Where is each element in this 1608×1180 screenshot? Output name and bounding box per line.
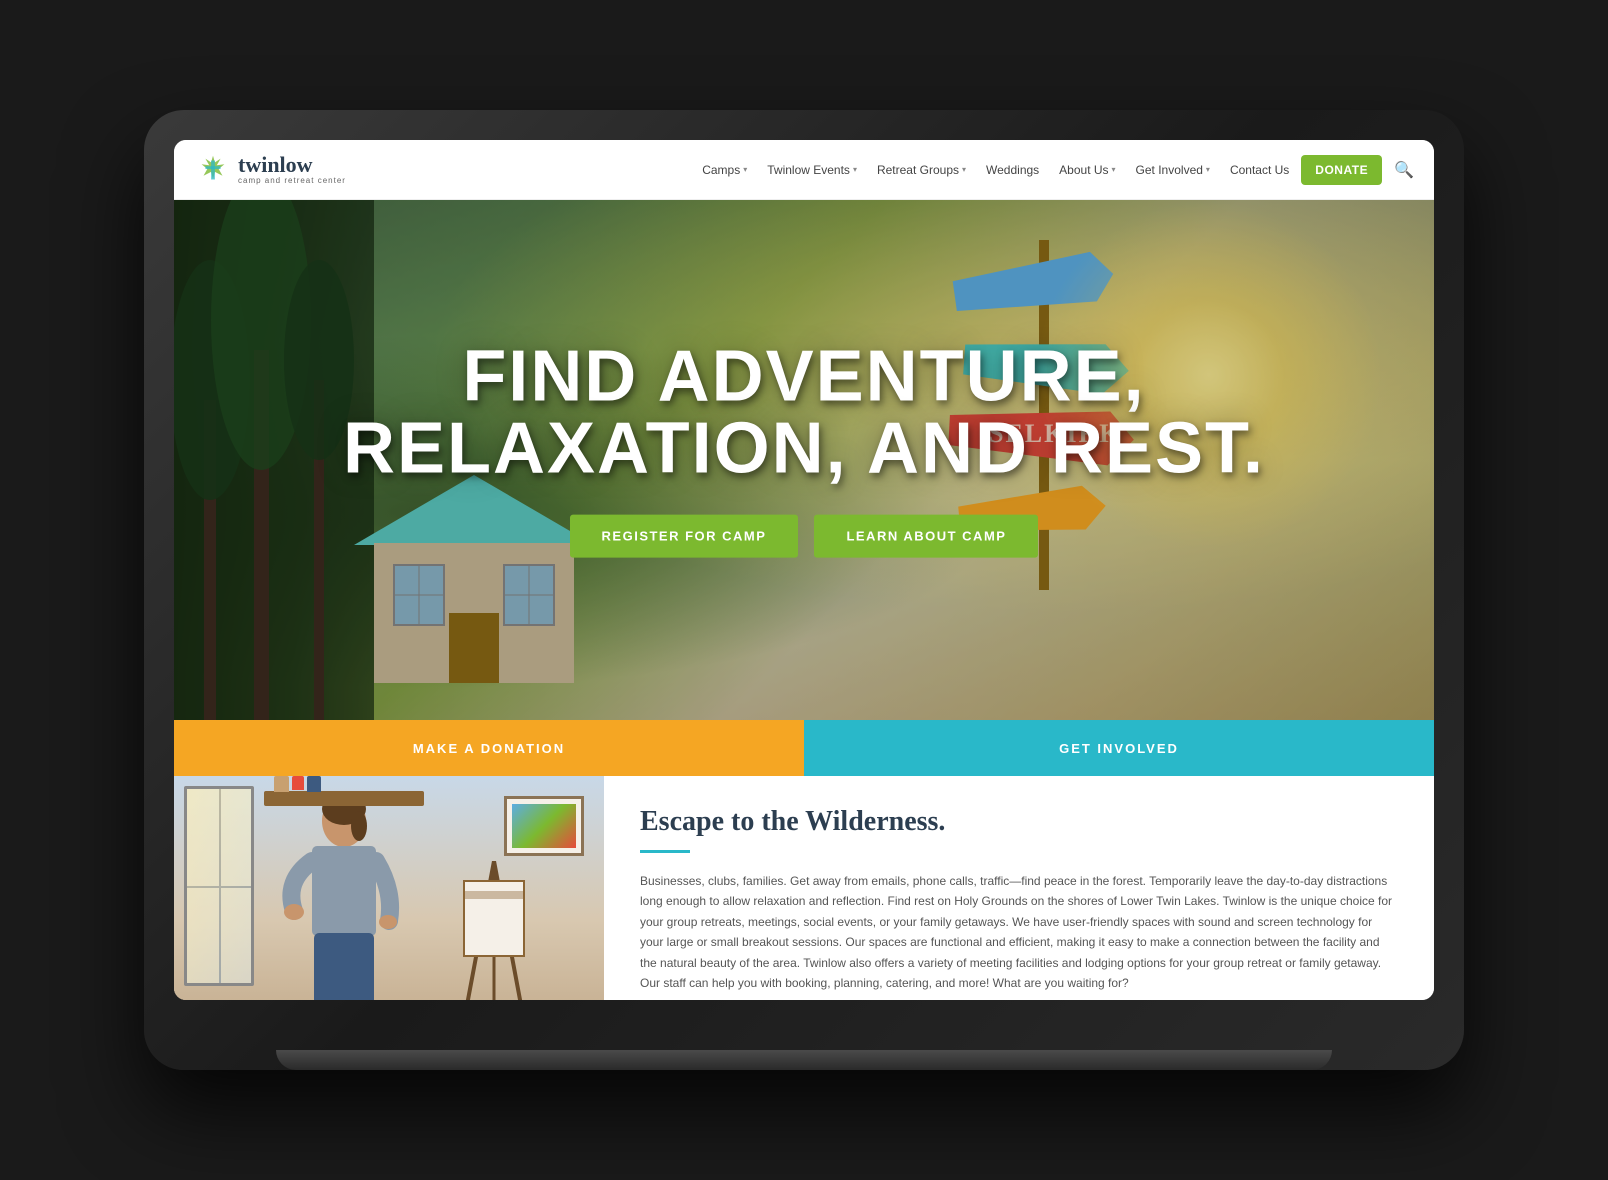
nav-links: Camps ▾ Twinlow Events ▾ Retreat Groups … [694, 155, 1414, 185]
shelf [264, 791, 424, 806]
chevron-down-icon: ▾ [743, 165, 747, 174]
easel [444, 861, 544, 1000]
nav-item-about[interactable]: About Us ▾ [1051, 159, 1123, 181]
content-image [174, 776, 604, 1000]
content-title: Escape to the Wilderness. [640, 806, 1398, 838]
content-text-area: Escape to the Wilderness. Businesses, cl… [604, 776, 1434, 1000]
action-strip: MAKE A DONATION GET INVOLVED [174, 720, 1434, 776]
laptop-frame: twinlow camp and retreat center Camps ▾ … [144, 110, 1464, 1070]
navbar: twinlow camp and retreat center Camps ▾ … [174, 140, 1434, 200]
nav-item-retreat-groups[interactable]: Retreat Groups ▾ [869, 159, 974, 181]
person-svg [274, 791, 414, 1000]
content-section: Escape to the Wilderness. Businesses, cl… [174, 776, 1434, 1000]
book1 [274, 776, 289, 792]
laptop-base [276, 1050, 1332, 1070]
logo-text: twinlow camp and retreat center [238, 154, 346, 185]
window [184, 786, 254, 986]
chevron-down-icon: ▾ [1112, 165, 1116, 174]
nav-item-contact[interactable]: Contact Us [1222, 159, 1297, 181]
nav-item-camps[interactable]: Camps ▾ [694, 159, 755, 181]
donation-action[interactable]: MAKE A DONATION [174, 720, 804, 776]
hero-content: FIND ADVENTURE, RELAXATION, AND REST. RE… [237, 341, 1371, 558]
easel-svg [444, 861, 544, 1000]
nav-item-get-involved[interactable]: Get Involved ▾ [1128, 159, 1218, 181]
logo[interactable]: twinlow camp and retreat center [194, 151, 346, 189]
content-body: Businesses, clubs, families. Get away fr… [640, 871, 1398, 993]
hero-section: SELKIRK FIND ADVENTURE, RELAXATION, AND … [174, 200, 1434, 720]
nav-item-events[interactable]: Twinlow Events ▾ [759, 159, 865, 181]
search-icon[interactable]: 🔍 [1394, 160, 1414, 180]
book2 [292, 776, 304, 790]
involved-action[interactable]: GET INVOLVED [804, 720, 1434, 776]
chevron-down-icon: ▾ [962, 165, 966, 174]
wall-art [504, 796, 584, 856]
donate-button[interactable]: DONATE [1301, 155, 1382, 185]
nav-item-weddings[interactable]: Weddings [978, 159, 1047, 181]
book3 [307, 776, 321, 792]
content-divider [640, 850, 690, 853]
learn-button[interactable]: LEARN ABOUT CAMP [814, 515, 1038, 558]
logo-tagline: camp and retreat center [238, 176, 346, 185]
person-figure [274, 791, 414, 1000]
painter-scene [174, 776, 604, 1000]
logo-name: twinlow [238, 154, 346, 176]
laptop-screen: twinlow camp and retreat center Camps ▾ … [174, 140, 1434, 1000]
logo-icon [194, 151, 232, 189]
hero-title: FIND ADVENTURE, RELAXATION, AND REST. [237, 341, 1371, 485]
register-button[interactable]: REGISTER FOR CAMP [570, 515, 799, 558]
hero-buttons: REGISTER FOR CAMP LEARN ABOUT CAMP [237, 515, 1371, 558]
chevron-down-icon: ▾ [853, 165, 857, 174]
chevron-down-icon: ▾ [1206, 165, 1210, 174]
